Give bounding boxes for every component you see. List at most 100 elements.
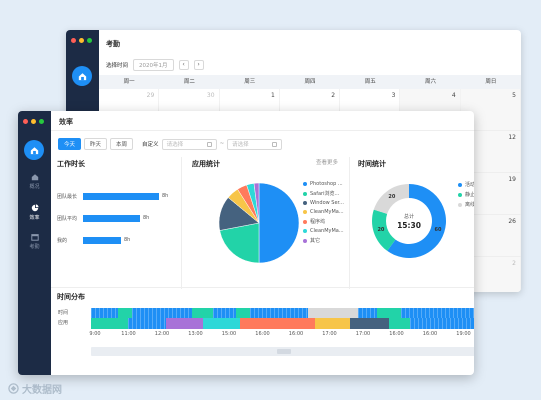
- nav-item-label: 效率: [29, 215, 40, 221]
- custom-range-label: 自定义: [142, 142, 159, 148]
- start-date-input[interactable]: 请选择: [161, 138, 217, 150]
- efficiency-window: 概况 效率 考勤 效率 今天 昨天 本周 自定义 请选择 ~ 请选择 工作时长 …: [18, 111, 474, 375]
- timeline-segment: [377, 308, 401, 318]
- legend-swatch: [303, 201, 307, 205]
- end-date-placeholder: 请选择: [232, 142, 249, 148]
- timeline-segment: [118, 308, 132, 318]
- nav-item-overview[interactable]: 概况: [18, 173, 51, 190]
- legend-item[interactable]: 离线: [458, 201, 474, 208]
- range-separator: ~: [219, 141, 225, 147]
- x-tick-label: 16:00: [255, 331, 270, 337]
- legend-label: Window Ser...: [310, 200, 344, 206]
- day-number: 4: [451, 92, 456, 99]
- date-filter: 选择时间 2020年1月 ‹ ›: [106, 59, 204, 71]
- legend-swatch: [458, 202, 462, 207]
- view-more-link[interactable]: 查看更多: [316, 158, 338, 166]
- legend-item[interactable]: CleanMyMa...: [303, 228, 344, 234]
- legend-item[interactable]: 静止: [458, 191, 474, 198]
- scrollbar-thumb[interactable]: [277, 349, 291, 354]
- window-controls: [23, 119, 44, 124]
- day-number: 29: [146, 92, 155, 99]
- x-tick-label: 16:00: [389, 331, 404, 337]
- timeline-row-app: [91, 318, 474, 329]
- next-month-button[interactable]: ›: [193, 60, 204, 70]
- day-number: 30: [206, 92, 215, 99]
- legend-item[interactable]: CleanMyMa...: [303, 209, 344, 215]
- bar: [83, 214, 140, 222]
- legend-label: Safari浏览...: [310, 191, 340, 197]
- legend-item[interactable]: Safari浏览...: [303, 190, 344, 197]
- bar-value-label: 8h: [143, 215, 150, 221]
- bar: [83, 192, 159, 200]
- timeline-segment: [315, 318, 351, 329]
- this-week-button[interactable]: 本周: [110, 138, 134, 150]
- maximize-window-button[interactable]: [87, 38, 92, 43]
- row-label-app: 应用: [58, 320, 69, 326]
- end-date-input[interactable]: 请选择: [227, 138, 283, 150]
- legend-item[interactable]: Photoshop ...: [303, 181, 344, 187]
- divider: [181, 157, 182, 289]
- close-window-button[interactable]: [71, 38, 76, 43]
- minimize-window-button[interactable]: [31, 119, 36, 124]
- timeline-segment: [307, 308, 358, 318]
- chevron-left-icon: ‹: [182, 61, 185, 68]
- day-number: 3: [391, 92, 396, 99]
- bar: [83, 236, 121, 244]
- today-button[interactable]: 今天: [58, 138, 82, 150]
- weekday-header: 周五: [364, 79, 376, 85]
- weekday-header: 周四: [304, 79, 316, 85]
- minimize-window-button[interactable]: [79, 38, 84, 43]
- legend-label: 静止: [465, 192, 474, 198]
- timeline-scrollbar[interactable]: [91, 347, 474, 356]
- day-number: 19: [508, 176, 516, 183]
- main-content: 效率 今天 昨天 本周 自定义 请选择 ~ 请选择 工作时长 应用统计 查看更多…: [51, 111, 474, 375]
- start-date-placeholder: 请选择: [166, 142, 184, 148]
- day-number: 2: [512, 260, 516, 267]
- legend-swatch: [303, 238, 307, 243]
- nav-item-attendance[interactable]: 考勤: [18, 233, 51, 250]
- x-tick-label: 19:00: [456, 331, 471, 337]
- toolbar: 今天 昨天 本周 自定义 请选择 ~ 请选择: [58, 138, 283, 150]
- legend-item[interactable]: 其它: [303, 237, 344, 244]
- time-stats-donut-chart: [372, 184, 446, 258]
- legend-swatch: [303, 191, 307, 196]
- divider: [51, 287, 474, 288]
- page-title: 效率: [59, 118, 73, 126]
- legend-swatch: [458, 182, 462, 187]
- yesterday-button[interactable]: 昨天: [84, 138, 108, 150]
- calendar-header: 周一 周二 周三 周四 周五 周六 周日: [99, 75, 521, 89]
- maximize-window-button[interactable]: [39, 119, 44, 124]
- x-tick-label: 9:00: [89, 331, 101, 337]
- legend-item[interactable]: Window Ser...: [303, 200, 344, 206]
- watermark-text: 大数据网: [22, 385, 62, 396]
- time-distribution-title: 时间分布: [57, 293, 85, 301]
- app-stats-legend: Photoshop ... Safari浏览... Window Ser... Cle…: [303, 181, 344, 244]
- x-tick-label: 12:00: [154, 331, 170, 337]
- timeline-segment: [131, 308, 192, 318]
- x-tick-label: 11:00: [121, 331, 136, 337]
- sidebar: 概况 效率 考勤: [18, 111, 51, 375]
- day-number: 1: [271, 92, 275, 99]
- timeline-segment: [388, 318, 411, 329]
- legend-label: 离线: [465, 202, 474, 208]
- close-window-button[interactable]: [23, 119, 28, 124]
- bar-row: 团队最长 8h: [57, 191, 168, 201]
- calendar-icon: [272, 141, 278, 147]
- timeline-segment: [191, 308, 213, 318]
- pie-slice: [258, 182, 300, 264]
- legend-label: CleanMyMa...: [310, 209, 344, 215]
- weekday-header: 周三: [244, 79, 256, 85]
- app-stats-title: 应用统计: [192, 160, 220, 168]
- prev-month-button[interactable]: ‹: [178, 60, 189, 70]
- time-stats-legend: 活动静止离线: [458, 181, 474, 208]
- month-select[interactable]: 2020年1月: [133, 59, 174, 71]
- legend-item[interactable]: 程序坞: [303, 218, 344, 225]
- legend-item[interactable]: 活动: [458, 181, 474, 188]
- legend-swatch: [458, 192, 462, 197]
- timeline-segment: [127, 318, 167, 329]
- legend-swatch: [303, 219, 307, 224]
- bar-row: 我的 8h: [57, 235, 130, 245]
- timeline-segment: [357, 308, 378, 318]
- nav-item-efficiency[interactable]: 效率: [18, 204, 51, 221]
- divider: [51, 130, 474, 131]
